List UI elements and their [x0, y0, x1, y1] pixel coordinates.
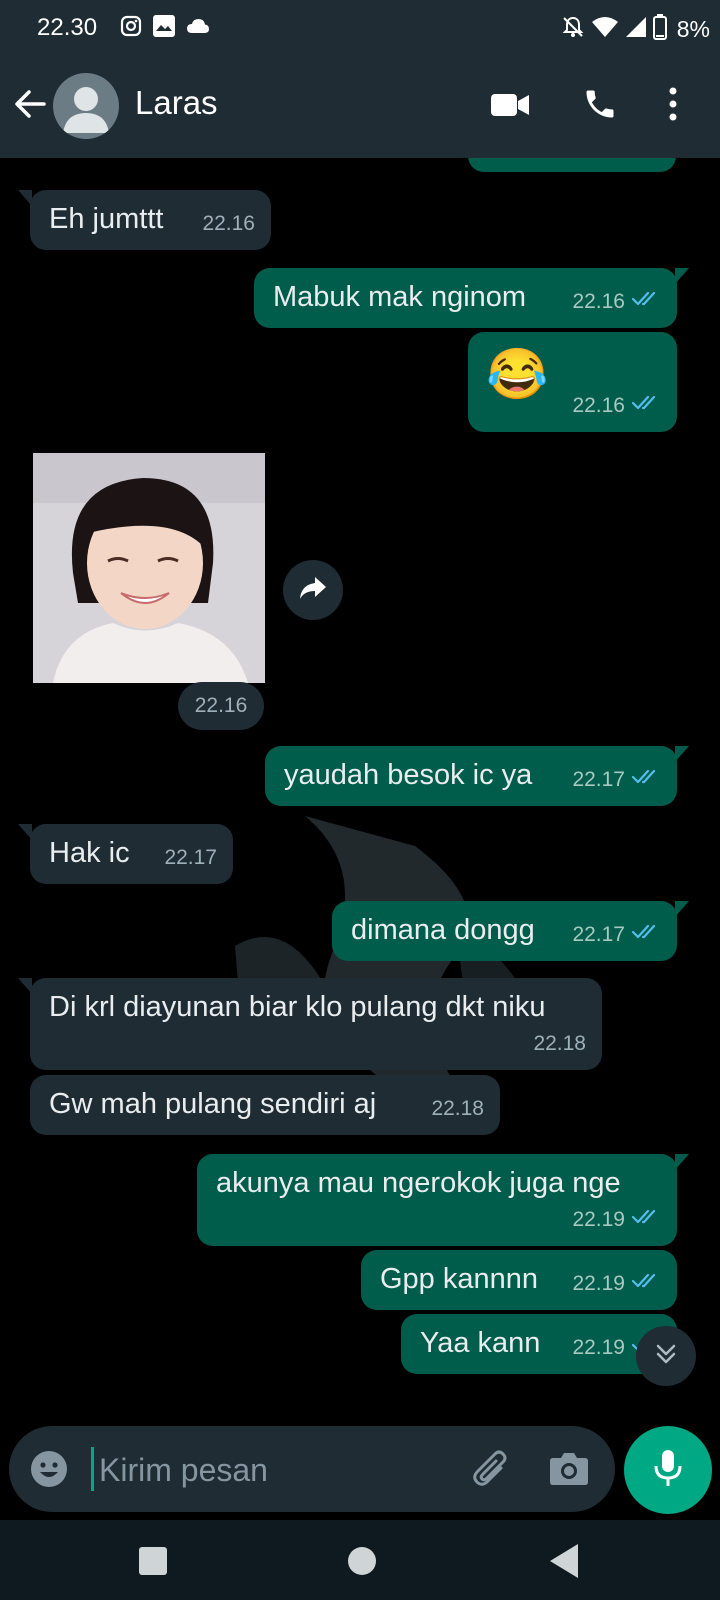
message-bubble-in[interactable]: Gw mah pulang sendiri aj 22.18	[30, 1075, 500, 1135]
chat-header: Laras	[0, 56, 720, 158]
message-text: Eh jumttt	[49, 203, 164, 235]
status-time: 22.30	[37, 14, 98, 41]
message-text: Hak ic	[49, 837, 130, 869]
system-nav-bar	[0, 1520, 720, 1600]
recents-button[interactable]	[139, 1547, 167, 1575]
message-bubble-out[interactable]: yaudah besok ic ya 22.17	[265, 746, 689, 806]
wifi-icon	[591, 15, 619, 44]
scroll-to-bottom-button[interactable]	[636, 1326, 696, 1386]
mic-icon	[653, 1448, 683, 1493]
message-bubble-out[interactable]: 😂 22.16	[468, 332, 677, 432]
home-button[interactable]	[348, 1547, 376, 1575]
emoji-icon[interactable]	[29, 1449, 69, 1494]
message-text: Mabuk mak nginom	[273, 281, 527, 313]
message-bubble-out[interactable]: 22.16	[468, 158, 676, 172]
voice-call-icon[interactable]	[582, 86, 618, 127]
read-ticks-icon	[631, 389, 661, 423]
message-text: akunya mau ngerokok juga nge	[216, 1167, 621, 1199]
message-time: 22.16	[572, 394, 625, 417]
message-time: 22.17	[572, 923, 625, 946]
message-time: 22.18	[431, 1097, 484, 1120]
dnd-bell-off-icon	[561, 15, 585, 44]
read-ticks-icon	[631, 1203, 661, 1237]
message-time: 22.18	[533, 1032, 586, 1055]
message-composer	[9, 1426, 615, 1512]
chat-area[interactable]: 22.16 Eh jumttt 22.16 Mabuk mak nginom 2…	[0, 158, 720, 1420]
message-text: yaudah besok ic ya	[284, 759, 533, 791]
message-bubble-out[interactable]: Mabuk mak nginom 22.16	[254, 268, 689, 328]
message-text: Di krl diayunan biar klo pulang dkt niku	[49, 991, 546, 1023]
message-text: Yaa kann	[420, 1327, 541, 1359]
battery-icon	[652, 14, 667, 45]
signal-icon	[625, 16, 647, 43]
message-text: Gw mah pulang sendiri aj	[49, 1088, 377, 1120]
emoji-message: 😂	[486, 346, 549, 402]
forward-icon	[298, 575, 328, 606]
photo-thumbnail	[33, 453, 265, 683]
contact-name[interactable]: Laras	[135, 84, 218, 122]
read-ticks-icon	[631, 285, 661, 319]
attach-paperclip-icon[interactable]	[471, 1448, 511, 1495]
read-ticks-icon	[631, 1267, 661, 1301]
message-text: dimana dongg	[351, 914, 535, 946]
message-input[interactable]	[91, 1448, 451, 1492]
gallery-icon	[152, 14, 176, 43]
message-text: Gpp kannnn	[380, 1263, 539, 1295]
message-time: 22.17	[164, 846, 217, 869]
message-time: 22.16	[202, 212, 255, 235]
instagram-icon	[120, 15, 142, 42]
message-bubble-out[interactable]: akunya mau ngerokok juga nge 22.19	[197, 1154, 689, 1246]
message-time: 22.17	[572, 768, 625, 791]
image-message[interactable]	[33, 453, 265, 683]
video-call-icon[interactable]	[490, 90, 530, 125]
forward-button[interactable]	[283, 560, 343, 620]
message-bubble-in[interactable]: Hak ic 22.17	[18, 824, 233, 884]
back-button[interactable]	[550, 1544, 578, 1578]
message-bubble-in[interactable]: Eh jumttt 22.16	[18, 190, 271, 250]
back-arrow-icon[interactable]	[12, 86, 48, 127]
image-time: 22.16	[178, 682, 264, 730]
message-time: 22.19	[572, 1272, 625, 1295]
avatar-icon[interactable]	[53, 73, 119, 139]
read-ticks-icon	[631, 918, 661, 952]
message-bubble-out[interactable]: dimana dongg 22.17	[332, 901, 689, 961]
cloud-icon	[186, 17, 210, 40]
camera-icon[interactable]	[549, 1450, 589, 1491]
message-time: 22.19	[572, 1336, 625, 1359]
message-time: 22.16	[571, 158, 624, 168]
battery-percent: 8%	[676, 16, 710, 42]
message-bubble-out[interactable]: Yaa kann 22.19	[401, 1314, 677, 1374]
more-vert-icon[interactable]	[668, 86, 678, 127]
voice-message-button[interactable]	[624, 1426, 712, 1514]
status-bar: 22.30 8%	[0, 0, 720, 56]
message-bubble-in[interactable]: Di krl diayunan biar klo pulang dkt niku…	[18, 978, 602, 1070]
double-chevron-down-icon	[653, 1341, 679, 1372]
read-ticks-icon	[630, 158, 660, 168]
message-time: 22.19	[572, 1208, 625, 1231]
read-ticks-icon	[631, 763, 661, 797]
message-time: 22.16	[572, 290, 625, 313]
message-bubble-out[interactable]: Gpp kannnn 22.19	[361, 1250, 677, 1310]
